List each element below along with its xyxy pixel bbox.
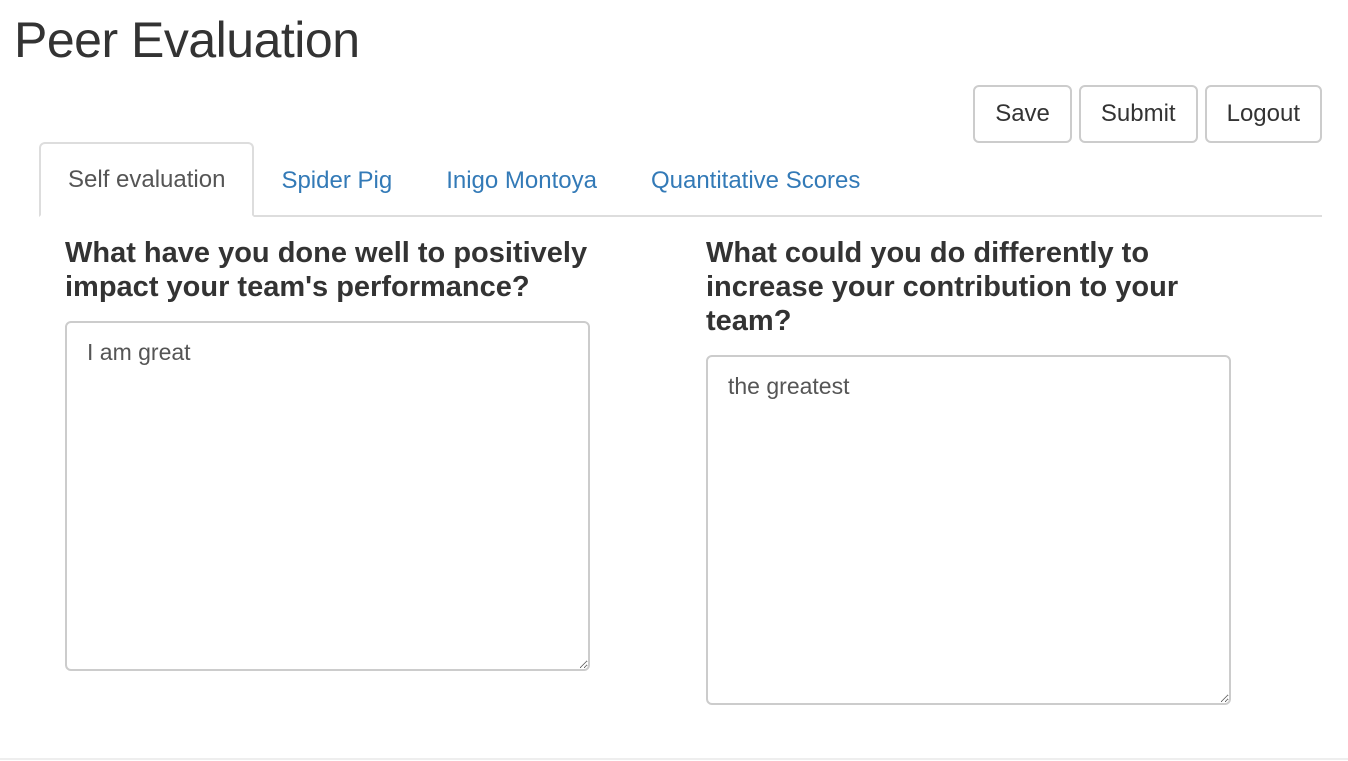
save-button[interactable]: Save <box>973 85 1072 143</box>
logout-button[interactable]: Logout <box>1204 85 1322 143</box>
tab-self-evaluation[interactable]: Self evaluation <box>39 142 255 217</box>
footer-divider <box>0 758 1348 760</box>
tab-quantitative-scores[interactable]: Quantitative Scores <box>624 144 887 217</box>
answer-do-differently-textarea[interactable]: the greatest <box>706 355 1231 705</box>
tab-spider-pig[interactable]: Spider Pig <box>254 144 419 217</box>
tab-bar: Self evaluation Spider Pig Inigo Montoya… <box>39 142 1322 217</box>
answer-positive-impact-textarea[interactable]: I am great <box>65 321 590 671</box>
submit-button[interactable]: Submit <box>1078 85 1198 143</box>
question-positive-impact: What have you done well to positively im… <box>65 237 588 303</box>
tab-inigo-montoya[interactable]: Inigo Montoya <box>419 144 624 217</box>
question-do-differently: What could you do differently to increas… <box>706 237 1179 337</box>
page-title: Peer Evaluation <box>14 12 360 68</box>
action-toolbar: Save Submit Logout <box>973 85 1322 143</box>
